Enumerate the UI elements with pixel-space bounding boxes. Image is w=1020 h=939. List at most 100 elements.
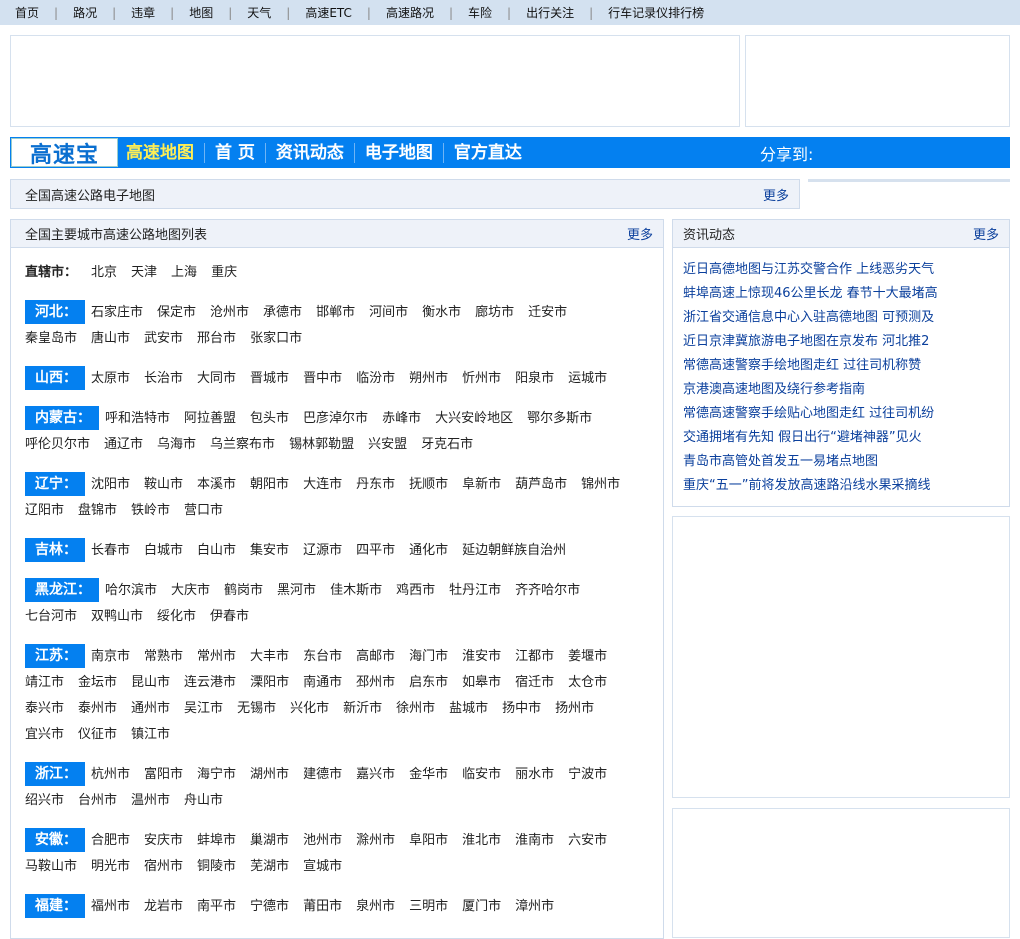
city-link[interactable]: 丽水市: [515, 762, 554, 788]
city-link[interactable]: 邯郸市: [316, 300, 355, 326]
city-link[interactable]: 太原市: [91, 366, 130, 392]
news-item[interactable]: 蚌埠高速上惊现46公里长龙 春节十大最堵高: [683, 282, 999, 306]
city-link[interactable]: 伊春市: [210, 604, 249, 630]
city-link[interactable]: 镇江市: [131, 722, 170, 748]
city-link[interactable]: 徐州市: [396, 696, 435, 722]
city-link[interactable]: 鹤岗市: [224, 578, 263, 604]
city-panel-more-link[interactable]: 更多: [627, 224, 653, 243]
top-nav-link[interactable]: 车险: [468, 4, 492, 21]
city-link[interactable]: 大连市: [303, 472, 342, 498]
news-item[interactable]: 近日高德地图与江苏交警合作 上线恶劣天气: [683, 258, 999, 282]
city-link[interactable]: 临安市: [462, 762, 501, 788]
city-link[interactable]: 锡林郭勒盟: [289, 432, 354, 458]
city-link[interactable]: 绥化市: [157, 604, 196, 630]
news-item[interactable]: 重庆“五一”前将发放高速路沿线水果采摘线: [683, 474, 999, 498]
top-nav-link[interactable]: 路况: [73, 4, 97, 21]
city-link[interactable]: 阿拉善盟: [184, 406, 236, 432]
city-link[interactable]: 长春市: [91, 538, 130, 564]
city-link[interactable]: 淮安市: [462, 644, 501, 670]
city-link[interactable]: 东台市: [303, 644, 342, 670]
city-link[interactable]: 衡水市: [422, 300, 461, 326]
city-link[interactable]: 太仓市: [568, 670, 607, 696]
city-link[interactable]: 乌兰察布市: [210, 432, 275, 458]
city-link[interactable]: 宜兴市: [25, 722, 64, 748]
city-link[interactable]: 金华市: [409, 762, 448, 788]
city-link[interactable]: 张家口市: [250, 326, 302, 352]
city-link[interactable]: 黑河市: [277, 578, 316, 604]
city-link[interactable]: 连云港市: [184, 670, 236, 696]
city-link[interactable]: 蚌埠市: [197, 828, 236, 854]
city-link[interactable]: 南京市: [91, 644, 130, 670]
city-link[interactable]: 铜陵市: [197, 854, 236, 880]
city-link[interactable]: 朝阳市: [250, 472, 289, 498]
city-link[interactable]: 忻州市: [462, 366, 501, 392]
ad-side-2[interactable]: [672, 808, 1010, 938]
city-link[interactable]: 池州市: [303, 828, 342, 854]
nav-home[interactable]: 首 页: [204, 142, 265, 163]
city-link[interactable]: 宿迁市: [515, 670, 554, 696]
city-link[interactable]: 长治市: [144, 366, 183, 392]
city-link[interactable]: 泰兴市: [25, 696, 64, 722]
city-link[interactable]: 迁安市: [528, 300, 567, 326]
news-item[interactable]: 交通拥堵有先知 假日出行“避堵神器”见火: [683, 426, 999, 450]
city-link[interactable]: 宁波市: [568, 762, 607, 788]
top-nav-link[interactable]: 行车记录仪排行榜: [608, 4, 704, 21]
city-link[interactable]: 高邮市: [356, 644, 395, 670]
city-link[interactable]: 扬州市: [555, 696, 594, 722]
city-link[interactable]: 佳木斯市: [330, 578, 382, 604]
city-link[interactable]: 巢湖市: [250, 828, 289, 854]
city-link[interactable]: 白城市: [144, 538, 183, 564]
city-link[interactable]: 江都市: [515, 644, 554, 670]
city-link[interactable]: 新沂市: [343, 696, 382, 722]
city-link[interactable]: 牙克石市: [421, 432, 473, 458]
city-link[interactable]: 本溪市: [197, 472, 236, 498]
top-nav-link[interactable]: 违章: [131, 4, 155, 21]
city-link[interactable]: 合肥市: [91, 828, 130, 854]
city-link[interactable]: 昆山市: [131, 670, 170, 696]
city-link[interactable]: 厦门市: [462, 894, 501, 920]
nav-highway-map[interactable]: 高速地图: [118, 143, 204, 163]
city-link[interactable]: 南平市: [197, 894, 236, 920]
city-link[interactable]: 秦皇岛市: [25, 326, 77, 352]
city-link[interactable]: 通州市: [131, 696, 170, 722]
city-link[interactable]: 建德市: [303, 762, 342, 788]
city-link[interactable]: 武安市: [144, 326, 183, 352]
city-link[interactable]: 丹东市: [356, 472, 395, 498]
site-logo[interactable]: 高速宝: [11, 138, 118, 168]
city-link[interactable]: 芜湖市: [250, 854, 289, 880]
city-link[interactable]: 沧州市: [210, 300, 249, 326]
city-link[interactable]: 河间市: [369, 300, 408, 326]
news-item[interactable]: 近日京津冀旅游电子地图在京发布 河北推2: [683, 330, 999, 354]
city-link[interactable]: 大同市: [197, 366, 236, 392]
city-link[interactable]: 通辽市: [104, 432, 143, 458]
top-nav-link[interactable]: 天气: [247, 4, 271, 21]
city-link[interactable]: 仪征市: [78, 722, 117, 748]
city-link[interactable]: 七台河市: [25, 604, 77, 630]
city-link[interactable]: 阜新市: [462, 472, 501, 498]
city-link[interactable]: 泰州市: [78, 696, 117, 722]
nav-news[interactable]: 资讯动态: [264, 142, 354, 163]
ad-banner-left[interactable]: [10, 35, 740, 127]
city-link[interactable]: 白山市: [197, 538, 236, 564]
news-item[interactable]: 常德高速警察手绘地图走红 过往司机称赞: [683, 354, 999, 378]
city-link[interactable]: 鄂尔多斯市: [527, 406, 592, 432]
city-link[interactable]: 常熟市: [144, 644, 183, 670]
city-link[interactable]: 富阳市: [144, 762, 183, 788]
top-nav-link[interactable]: 出行关注: [526, 4, 574, 21]
city-link[interactable]: 抚顺市: [409, 472, 448, 498]
city-link[interactable]: 呼和浩特市: [105, 406, 170, 432]
city-link[interactable]: 杭州市: [91, 762, 130, 788]
city-link[interactable]: 吴江市: [184, 696, 223, 722]
top-nav-link[interactable]: 高速ETC: [305, 4, 352, 21]
city-link[interactable]: 辽源市: [303, 538, 342, 564]
city-link[interactable]: 三明市: [409, 894, 448, 920]
top-nav-link[interactable]: 高速路况: [386, 4, 434, 21]
city-link[interactable]: 龙岩市: [144, 894, 183, 920]
city-link[interactable]: 赤峰市: [382, 406, 421, 432]
city-link[interactable]: 阜阳市: [409, 828, 448, 854]
city-link[interactable]: 临汾市: [356, 366, 395, 392]
city-link[interactable]: 漳州市: [515, 894, 554, 920]
city-link[interactable]: 兴化市: [290, 696, 329, 722]
city-link[interactable]: 泉州市: [356, 894, 395, 920]
city-link[interactable]: 六安市: [568, 828, 607, 854]
